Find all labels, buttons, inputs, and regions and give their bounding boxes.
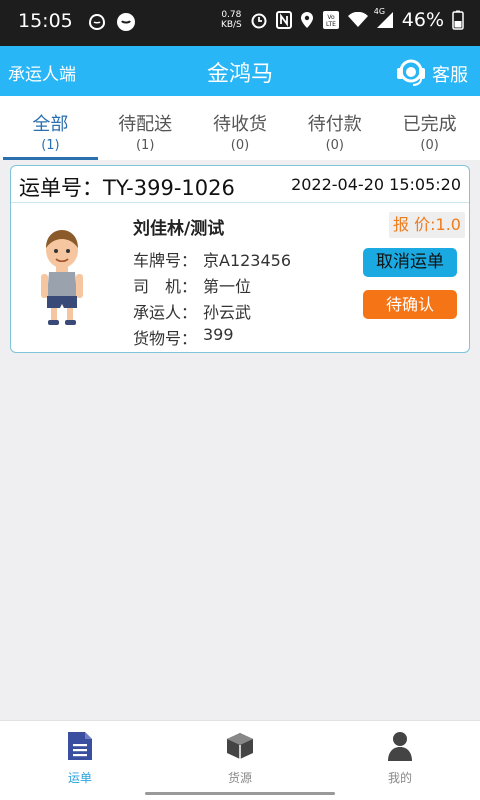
qq-icon bbox=[86, 11, 108, 33]
svg-text:Vo: Vo bbox=[327, 14, 335, 21]
battery-icon bbox=[452, 10, 464, 30]
nav-mine[interactable]: 我的 bbox=[320, 721, 480, 800]
carrier-value: 孙云武 bbox=[203, 303, 252, 322]
tab-all[interactable]: 全部 (1) bbox=[3, 96, 98, 160]
order-info: 刘佳林/测试 车牌号： 京A123456 司 机： 第一位 承运人： 孙云武 货… bbox=[133, 214, 291, 351]
box-icon bbox=[160, 729, 320, 763]
tab-pending-payment[interactable]: 待付款 (0) bbox=[287, 96, 382, 160]
order-status-tabs: 全部 (1) 待配送 (1) 待收货 (0) 待付款 (0) 已完成 (0) bbox=[0, 96, 480, 160]
document-icon bbox=[0, 729, 160, 763]
headset-icon bbox=[394, 54, 428, 93]
driver-value: 第一位 bbox=[203, 277, 252, 296]
app-header: 承运人端 金鸿马 客服 bbox=[0, 46, 480, 96]
shipper-name: 刘佳林/测试 bbox=[133, 219, 225, 239]
wifi-icon bbox=[347, 12, 368, 28]
nav-orders-label: 运单 bbox=[67, 771, 92, 785]
chat-icon bbox=[116, 12, 136, 32]
status-time: 15:05 bbox=[18, 10, 73, 32]
volte-icon: Vo LTE bbox=[322, 10, 340, 30]
speed-icon: 0.78 KB/S bbox=[220, 10, 242, 30]
tab-pending-receipt[interactable]: 待收货 (0) bbox=[193, 96, 288, 160]
nav-orders[interactable]: 运单 bbox=[0, 721, 160, 800]
person-avatar-icon bbox=[37, 228, 87, 332]
tab-completed[interactable]: 已完成 (0) bbox=[382, 96, 477, 160]
tab-pending-delivery[interactable]: 待配送 (1) bbox=[98, 96, 193, 160]
order-card[interactable]: 运单号：TY-399-1026 2022-04-20 15:05:20 刘佳林/… bbox=[10, 165, 470, 353]
alarm-icon bbox=[250, 11, 268, 29]
cargo-row: 货物号： 399 bbox=[133, 325, 291, 351]
nav-cargo-source[interactable]: 货源 bbox=[160, 721, 320, 800]
customer-service-label: 客服 bbox=[432, 64, 468, 86]
cargo-value: 399 bbox=[203, 325, 234, 344]
nav-mine-label: 我的 bbox=[387, 771, 412, 785]
price-badge: 报 价:1.0 bbox=[389, 212, 465, 238]
home-indicator[interactable] bbox=[145, 792, 335, 795]
driver-row: 司 机： 第一位 bbox=[133, 273, 291, 299]
cancel-order-button[interactable]: 取消运单 bbox=[363, 248, 457, 277]
order-number: 运单号：TY-399-1026 bbox=[19, 176, 235, 200]
user-icon bbox=[320, 729, 480, 763]
nfc-icon bbox=[275, 11, 292, 29]
plate-value: 京A123456 bbox=[203, 251, 292, 270]
pending-confirm-button[interactable]: 待确认 bbox=[363, 290, 457, 319]
battery-percent: 46% bbox=[401, 9, 444, 31]
bottom-nav: 运单 货源 我的 bbox=[0, 720, 480, 800]
order-card-header: 运单号：TY-399-1026 2022-04-20 15:05:20 bbox=[11, 166, 469, 203]
location-icon bbox=[300, 11, 314, 29]
plate-row: 车牌号： 京A123456 bbox=[133, 247, 291, 273]
status-bar: 15:05 0.78 KB/S Vo LTE 4G 46% bbox=[0, 0, 480, 46]
order-time: 2022-04-20 15:05:20 bbox=[291, 175, 461, 194]
carrier-row: 承运人： 孙云武 bbox=[133, 299, 291, 325]
signal-icon: 4G bbox=[374, 7, 394, 29]
customer-service-button[interactable]: 客服 bbox=[394, 54, 468, 93]
svg-text:LTE: LTE bbox=[326, 21, 336, 28]
nav-cargo-source-label: 货源 bbox=[227, 771, 252, 785]
